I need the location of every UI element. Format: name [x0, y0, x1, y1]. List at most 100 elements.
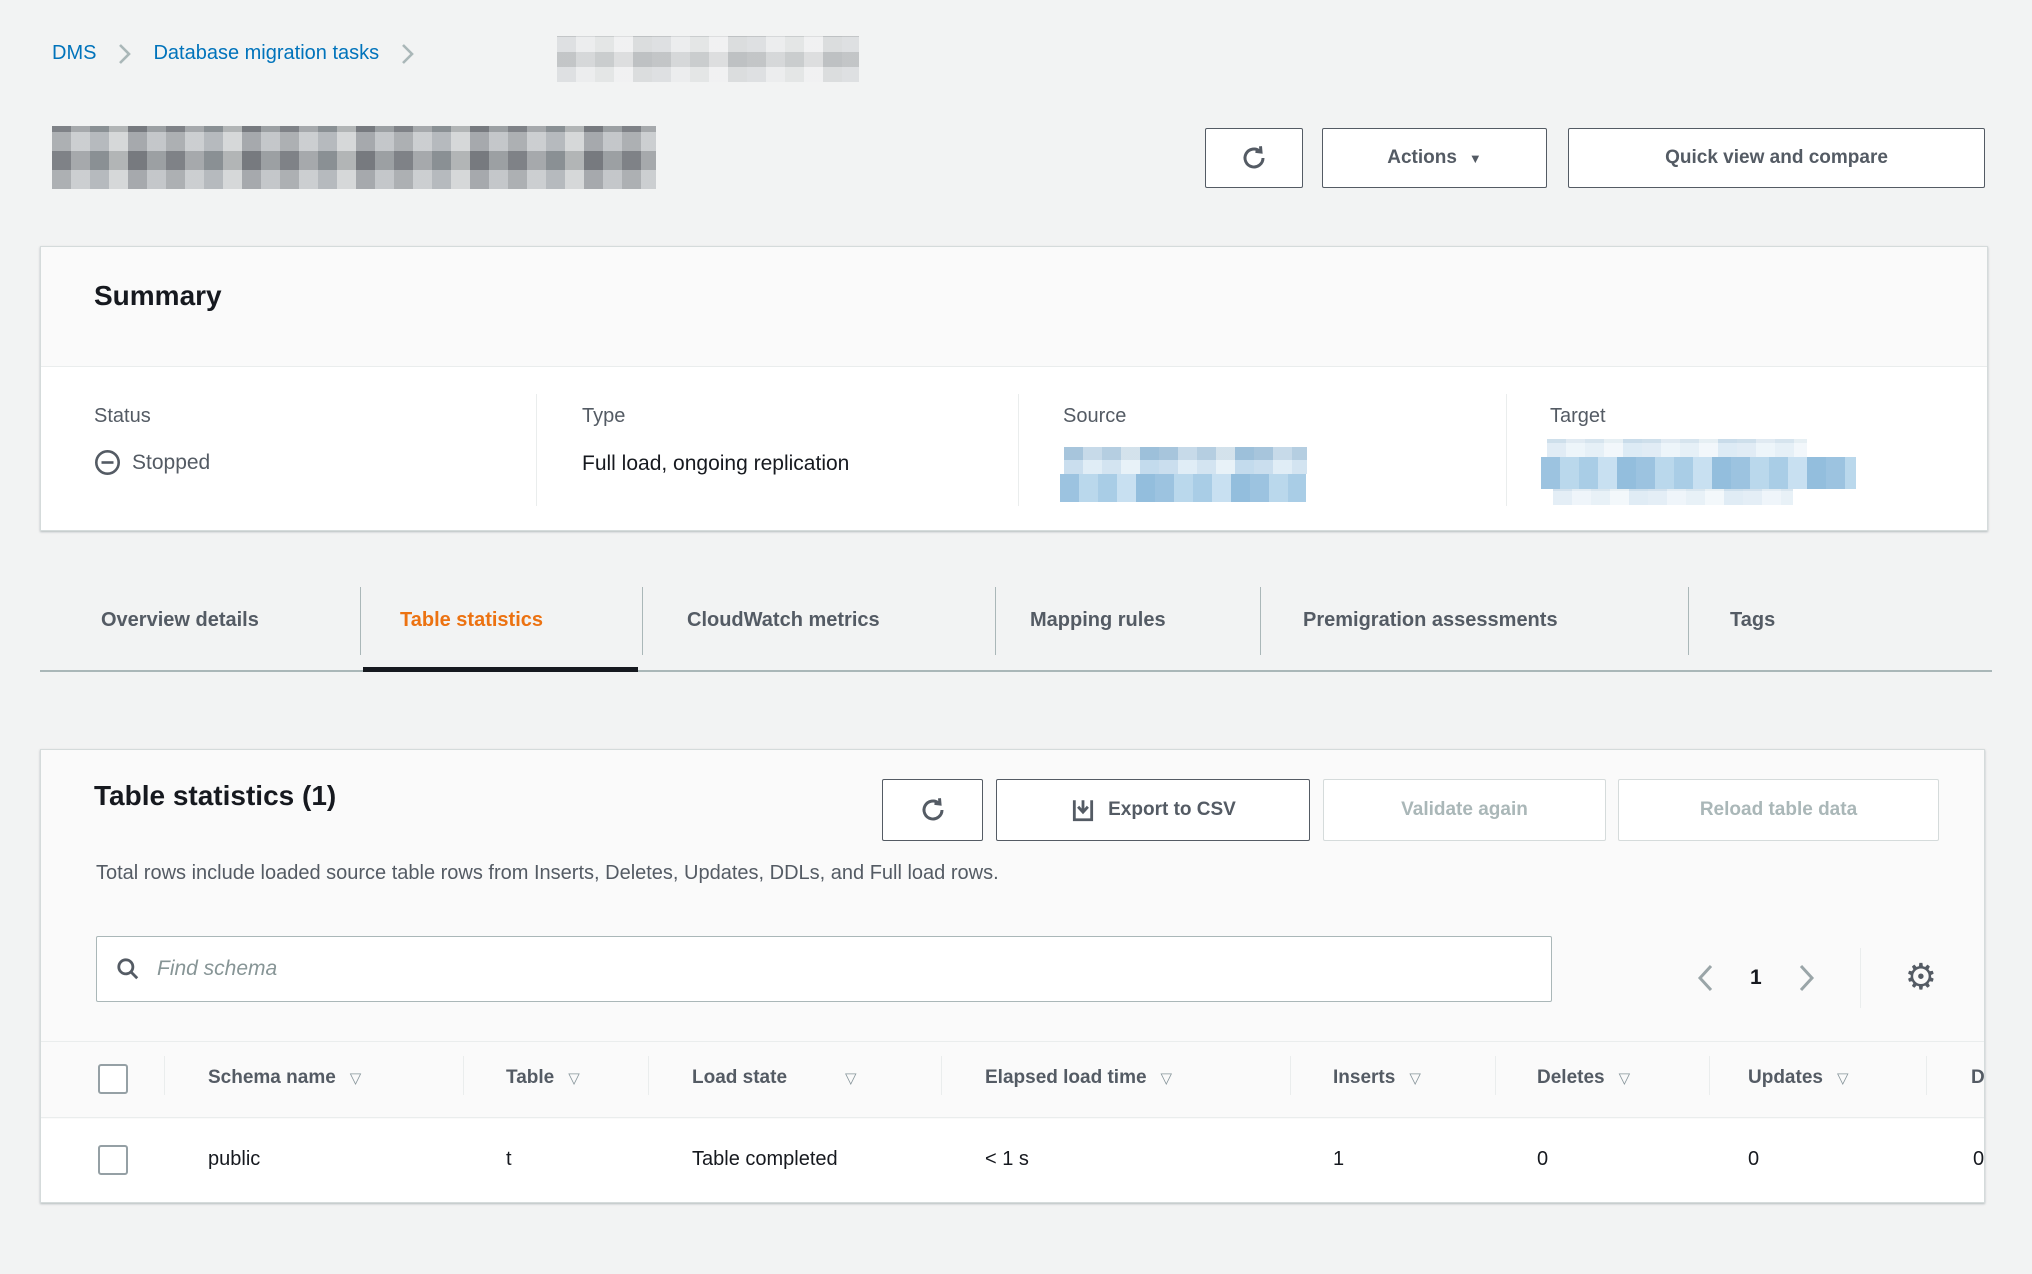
table-statistics-title: Table statistics (1)	[94, 780, 336, 812]
table-statistics-description: Total rows include loaded source table r…	[96, 862, 999, 885]
pagination-divider	[1860, 948, 1861, 1008]
tabs-bar: Overview details Table statistics CloudW…	[40, 587, 1992, 673]
type-label: Type	[582, 405, 625, 428]
export-to-csv-label: Export to CSV	[1108, 799, 1236, 821]
column-separator	[1709, 1056, 1710, 1095]
source-value-redacted[interactable]	[1064, 447, 1307, 474]
refresh-button[interactable]	[1205, 128, 1303, 188]
summary-title: Summary	[94, 280, 222, 312]
cell-table: t	[506, 1148, 512, 1171]
column-separator	[648, 1056, 649, 1095]
dms-task-page: DMS Database migration tasks Actions ▼ Q…	[0, 0, 2032, 1274]
target-label: Target	[1550, 405, 1606, 428]
table-statistics-card: Table statistics (1) Export to CSV Valid…	[40, 749, 1985, 1203]
summary-card: Summary Status Stopped Type Full load, o…	[40, 246, 1988, 531]
column-label: D	[1971, 1067, 1985, 1089]
tab-tags[interactable]: Tags	[1730, 609, 1775, 632]
settings-gear-icon[interactable]: ⚙	[1905, 960, 1937, 996]
column-label: Elapsed load time	[985, 1067, 1147, 1089]
column-header-load-state[interactable]: Load state ▽	[692, 1067, 857, 1089]
tab-table-statistics[interactable]: Table statistics	[400, 609, 543, 632]
validate-again-button[interactable]: Validate again	[1323, 779, 1606, 841]
cell-elapsed-load-time: < 1 s	[985, 1148, 1029, 1171]
column-label: Inserts	[1333, 1067, 1395, 1089]
tab-separator	[360, 587, 361, 655]
type-value: Full load, ongoing replication	[582, 452, 849, 476]
column-header-deletes[interactable]: Deletes ▽	[1537, 1067, 1630, 1089]
tab-separator	[642, 587, 643, 655]
target-value-redacted[interactable]	[1553, 489, 1793, 505]
search-box	[96, 936, 1552, 1002]
status-value-group: Stopped	[94, 449, 210, 476]
cell-ddls: 0	[1973, 1148, 1984, 1171]
source-label: Source	[1063, 405, 1126, 428]
pagination-current-page[interactable]: 1	[1750, 966, 1762, 990]
page-title-redacted	[52, 126, 656, 189]
sort-icon: ▽	[1409, 1069, 1421, 1087]
refresh-icon	[918, 795, 948, 825]
tab-cloudwatch-metrics[interactable]: CloudWatch metrics	[687, 609, 880, 632]
table-header-row: Schema name ▽ Table ▽ Load state ▽ Elaps…	[41, 1041, 1985, 1118]
column-header-elapsed-load-time[interactable]: Elapsed load time ▽	[985, 1067, 1172, 1089]
cell-schema-name: public	[208, 1148, 260, 1171]
summary-col-divider	[1506, 394, 1507, 506]
tab-premigration-assessments[interactable]: Premigration assessments	[1303, 609, 1558, 632]
column-separator	[1926, 1056, 1927, 1095]
column-label: Schema name	[208, 1067, 336, 1089]
tab-overview-details[interactable]: Overview details	[101, 609, 259, 632]
summary-col-divider	[1018, 394, 1019, 506]
pagination-prev-icon[interactable]	[1696, 963, 1714, 993]
breadcrumb-link-tasks[interactable]: Database migration tasks	[153, 42, 379, 65]
actions-button[interactable]: Actions ▼	[1322, 128, 1547, 188]
find-schema-input[interactable]	[155, 956, 1533, 982]
actions-button-label: Actions	[1387, 147, 1457, 169]
quick-view-label: Quick view and compare	[1665, 147, 1888, 169]
active-tab-underline	[363, 667, 638, 672]
sort-icon: ▽	[568, 1069, 580, 1087]
tab-separator	[1260, 587, 1261, 655]
breadcrumb-link-dms[interactable]: DMS	[52, 42, 96, 65]
column-separator	[1290, 1056, 1291, 1095]
column-label: Deletes	[1537, 1067, 1605, 1089]
pagination-next-icon[interactable]	[1798, 963, 1816, 993]
summary-col-divider	[536, 394, 537, 506]
source-value-redacted[interactable]	[1060, 474, 1306, 502]
tab-separator	[995, 587, 996, 655]
breadcrumb-redacted-task-name[interactable]	[557, 36, 859, 82]
column-separator	[1495, 1056, 1496, 1095]
column-header-ddls[interactable]: D	[1971, 1067, 1985, 1089]
reload-table-data-button[interactable]: Reload table data	[1618, 779, 1939, 841]
pagination: 1 ⚙	[1696, 948, 1937, 1008]
status-value: Stopped	[132, 451, 210, 475]
sort-icon: ▽	[845, 1069, 857, 1087]
select-all-checkbox[interactable]	[98, 1064, 128, 1094]
sort-icon: ▽	[1837, 1069, 1849, 1087]
table-refresh-button[interactable]	[882, 779, 983, 841]
cell-inserts: 1	[1333, 1148, 1344, 1171]
quick-view-compare-button[interactable]: Quick view and compare	[1568, 128, 1985, 188]
download-icon	[1070, 797, 1096, 823]
row-checkbox[interactable]	[98, 1145, 128, 1175]
target-value-redacted[interactable]	[1547, 439, 1807, 457]
cell-updates: 0	[1748, 1148, 1759, 1171]
export-to-csv-button[interactable]: Export to CSV	[996, 779, 1310, 841]
chevron-right-icon	[401, 43, 414, 65]
column-label: Updates	[1748, 1067, 1823, 1089]
column-header-updates[interactable]: Updates ▽	[1748, 1067, 1849, 1089]
table-row: public t Table completed < 1 s 1 0 0 0	[41, 1119, 1985, 1203]
column-separator	[941, 1056, 942, 1095]
refresh-icon	[1239, 143, 1269, 173]
sort-icon: ▽	[350, 1069, 362, 1087]
chevron-right-icon	[118, 43, 131, 65]
tabs-baseline	[40, 670, 1992, 672]
tab-mapping-rules[interactable]: Mapping rules	[1030, 609, 1166, 632]
target-value-redacted[interactable]	[1541, 457, 1856, 489]
stopped-circle-minus-icon	[94, 449, 121, 476]
search-icon	[115, 956, 141, 982]
column-header-schema-name[interactable]: Schema name ▽	[208, 1067, 361, 1089]
sort-icon: ▽	[1161, 1069, 1173, 1087]
column-label: Table	[506, 1067, 554, 1089]
column-separator	[463, 1056, 464, 1095]
column-header-inserts[interactable]: Inserts ▽	[1333, 1067, 1421, 1089]
column-header-table[interactable]: Table ▽	[506, 1067, 580, 1089]
